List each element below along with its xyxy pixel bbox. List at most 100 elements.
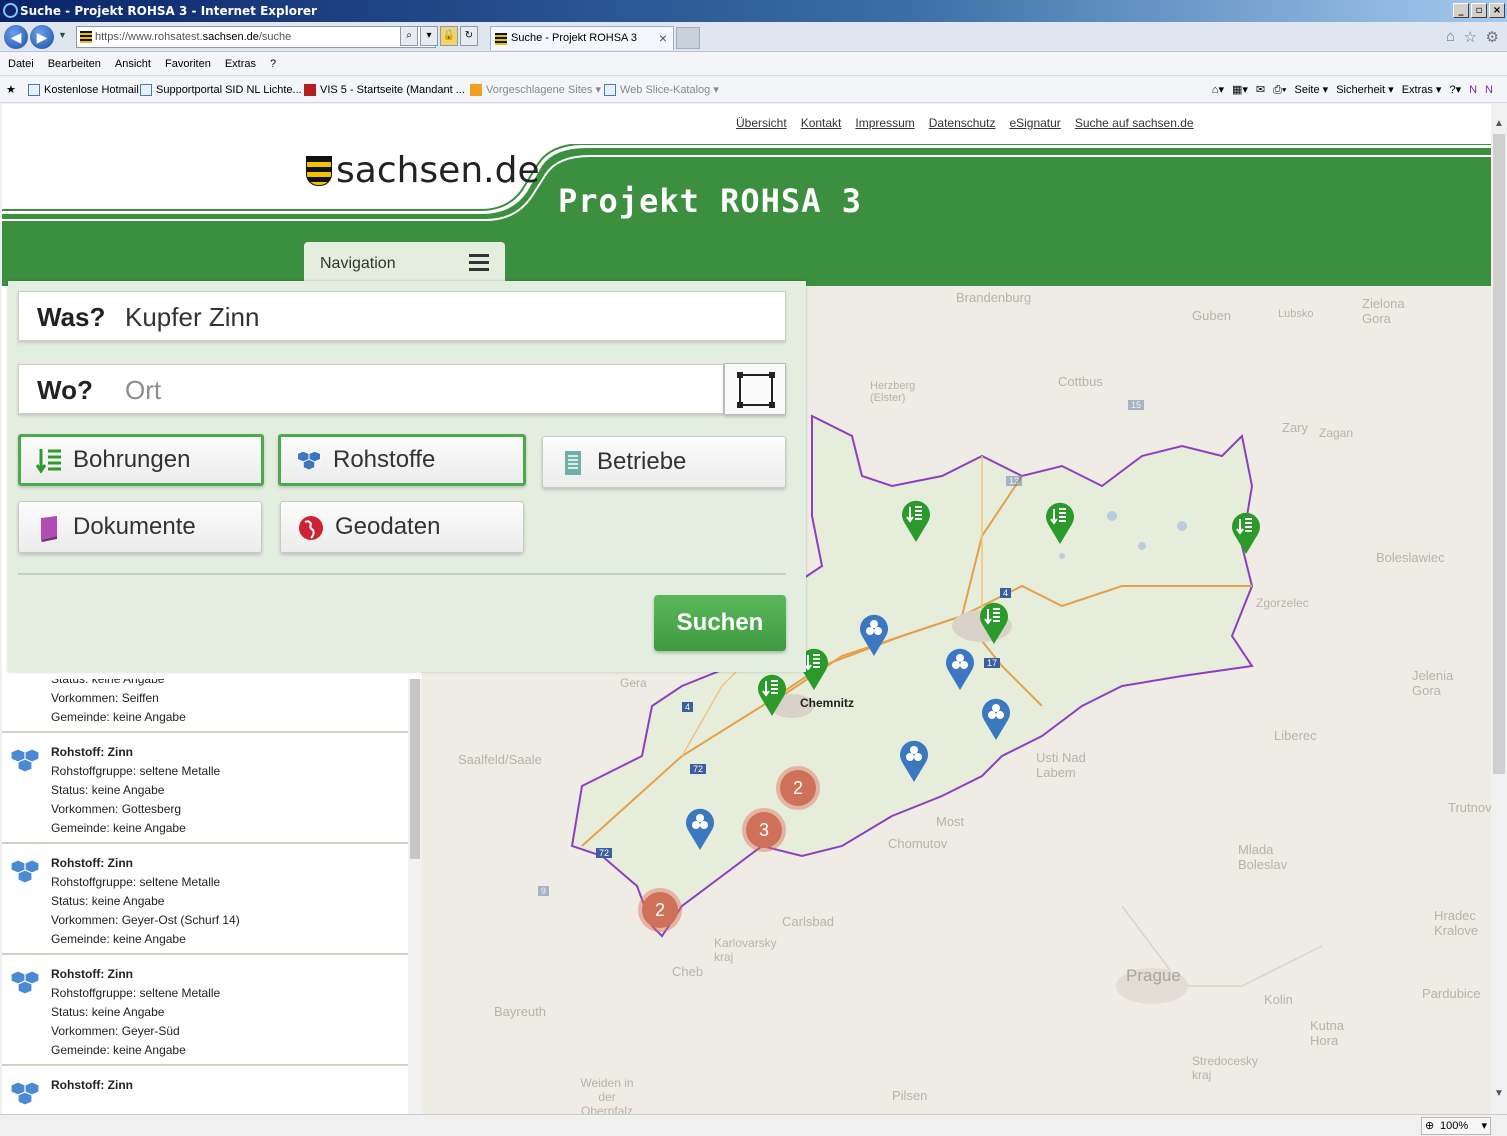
item-status: Status: keine Angabe [51,783,165,797]
favorites-star-add-icon[interactable]: ★ [6,77,16,103]
results-scroll-thumb[interactable] [410,679,420,859]
drill-marker-icon[interactable] [978,600,1010,646]
favorites-star-icon[interactable]: ☆ [1464,28,1477,46]
menu-datei[interactable]: Datei [8,52,34,75]
link-kontakt[interactable]: Kontakt [801,116,842,130]
list-item[interactable]: Rohstoff: Zinn Rohstoffgruppe: seltene M… [2,733,408,844]
category-bohrungen-button[interactable]: Bohrungen [18,434,264,486]
sachsen-logo[interactable]: sachsen.de [306,150,540,191]
history-dropdown-icon[interactable]: ▼ [58,30,67,40]
link-datenschutz[interactable]: Datenschutz [929,116,996,130]
category-label: Betriebe [597,448,687,475]
scroll-up-icon[interactable]: ▲ [1494,118,1504,129]
scroll-down-icon[interactable]: ▼ [1494,1088,1504,1099]
home-cmd-icon[interactable]: ⌂▾ [1212,77,1224,103]
was-field[interactable]: Was? Kupfer Zinn [18,291,786,341]
suchen-button[interactable]: Suchen [654,595,786,651]
results-list[interactable]: Status: keine Angabe Vorkommen: Seiffen … [2,679,410,1114]
page-icon [28,84,40,96]
menu-bearbeiten[interactable]: Bearbeiten [48,52,101,75]
dropdown-icon[interactable]: ▾ [420,26,438,46]
site-favicon-icon [80,31,92,43]
navigation-toggle[interactable]: Navigation [304,242,505,286]
page-scroll-thumb[interactable] [1493,134,1505,774]
forward-icon[interactable]: ▶ [30,25,54,49]
print-icon[interactable]: ⎙▾ [1273,77,1286,103]
was-input[interactable]: Kupfer Zinn [125,302,259,333]
menu-extras[interactable]: Extras [225,52,256,75]
cmd-extras[interactable]: Extras ▾ [1402,77,1442,103]
cmd-sicherheit[interactable]: Sicherheit ▾ [1336,77,1394,103]
bounding-box-icon [737,372,775,408]
link-esignatur[interactable]: eSignatur [1009,116,1060,130]
list-item[interactable]: Status: keine Angabe Vorkommen: Seiffen … [2,679,408,733]
lock-icon[interactable]: 🔒 [440,26,458,46]
book-icon [41,516,57,542]
onenote-linked-icon[interactable]: N [1485,77,1493,103]
rohstoff-marker-icon[interactable] [858,612,890,658]
gear-icon[interactable]: ⚙ [1486,28,1499,46]
list-item[interactable]: Rohstoff: Zinn Rohstoffgruppe: seltene M… [2,844,408,955]
help-icon[interactable]: ?▾ [1449,77,1461,103]
zoom-control[interactable]: ⊕ 100% ▾ [1421,1117,1491,1135]
tab-suche[interactable]: Suche - Projekt ROHSA 3 × [490,26,674,50]
url-prefix: https://www.rohsatest. [95,31,203,43]
menu-ansicht[interactable]: Ansicht [115,52,151,75]
rohstoff-marker-icon[interactable] [684,806,716,852]
link-uebersicht[interactable]: Übersicht [736,116,787,130]
fav-supportportal[interactable]: Supportportal SID NL Lichte... [140,77,302,103]
category-betriebe-button[interactable]: Betriebe [542,436,786,488]
fav-vis5[interactable]: VIS 5 - Startseite (Mandant ... [304,77,465,103]
rohstoff-marker-icon[interactable] [898,738,930,784]
drill-marker-icon[interactable] [900,498,932,544]
feeds-icon[interactable]: ▦▾ [1232,77,1248,103]
results-scrollbar[interactable] [408,679,422,1114]
home-icon[interactable]: ⌂ [1446,28,1455,45]
cluster-marker[interactable]: 2 [638,888,682,932]
browser-window: Suche - Projekt ROHSA 3 - Internet Explo… [0,0,1507,1136]
rohstoff-marker-icon[interactable] [944,646,976,692]
drill-marker-icon[interactable] [1044,500,1076,546]
list-item[interactable]: Rohstoff: Zinn Rohstoffgruppe: seltene M… [2,955,408,1066]
title-bar: Suche - Projekt ROHSA 3 - Internet Explo… [0,0,1507,22]
map-label-bayreuth: Bayreuth [494,1004,547,1019]
rohstoff-marker-icon[interactable] [980,696,1012,742]
cmd-seite[interactable]: Seite ▾ [1295,77,1329,103]
fav-hotmail[interactable]: Kostenlose Hotmail [28,77,139,103]
refresh-icon[interactable]: ↻ [460,26,478,46]
drill-marker-icon[interactable] [756,672,788,718]
page-scrollbar[interactable]: ▲ ▼ [1491,104,1507,1114]
cubes-icon [10,859,40,884]
search-icon[interactable]: ⌕ [400,26,418,46]
category-rohstoffe-button[interactable]: Rohstoffe [278,434,526,486]
link-suche-sachsen[interactable]: Suche auf sachsen.de [1075,116,1194,130]
fav-web-slice[interactable]: Web Slice-Katalog ▾ [604,77,719,103]
link-impressum[interactable]: Impressum [855,116,914,130]
mail-icon[interactable]: ✉ [1256,77,1265,103]
road-shield: 17 [984,658,1001,668]
wo-input[interactable]: Ort [125,375,161,406]
minimize-button[interactable]: _ [1453,3,1469,18]
new-tab-button[interactable] [676,27,700,49]
cluster-marker[interactable]: 2 [776,766,820,810]
address-bar[interactable]: https://www.rohsatest.sachsen.de/suche [76,26,436,48]
back-icon[interactable]: ◀ [4,25,28,49]
road-shield: 13 [1006,476,1023,486]
cluster-marker[interactable]: 3 [742,808,786,852]
draw-area-button[interactable] [724,363,786,415]
tab-close-icon[interactable]: × [659,27,667,49]
restore-button[interactable]: ▫ [1471,3,1487,18]
menu-favoriten[interactable]: Favoriten [165,52,211,75]
wo-field[interactable]: Wo? Ort [18,364,724,414]
onenote-icon[interactable]: N [1469,77,1477,103]
zoom-dropdown-icon[interactable]: ▾ [1481,1118,1487,1134]
menu-help[interactable]: ? [270,52,276,75]
road-shield: 15 [1128,400,1145,410]
list-item[interactable]: Rohstoff: Zinn [2,1066,408,1106]
item-gemeinde: Gemeinde: keine Angabe [51,710,186,724]
fav-suggested-sites[interactable]: Vorgeschlagene Sites ▾ [470,77,601,103]
category-geodaten-button[interactable]: Geodaten [280,501,524,553]
drill-marker-icon[interactable] [1230,510,1262,556]
close-window-button[interactable]: × [1489,3,1505,18]
category-dokumente-button[interactable]: Dokumente [18,501,262,553]
